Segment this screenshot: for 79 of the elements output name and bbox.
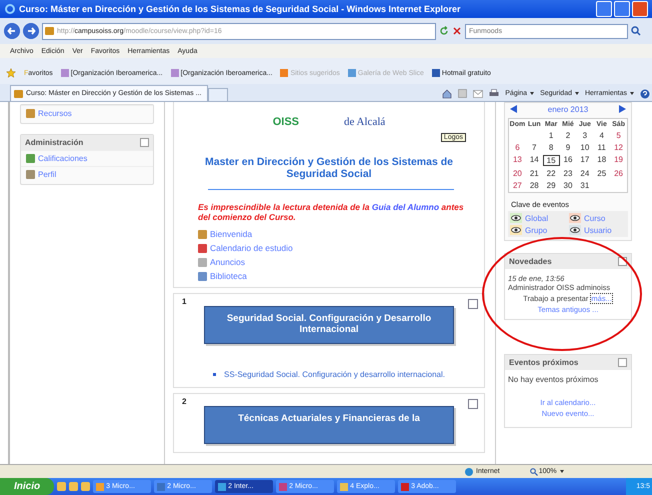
calendar-day[interactable]: 3 (576, 131, 594, 140)
calendar-day[interactable]: 29 (542, 181, 560, 190)
calendar-day[interactable]: 15 (542, 155, 560, 166)
collapse-icon[interactable] (468, 299, 478, 309)
calendar-day[interactable]: 4 (593, 131, 610, 140)
calendar-day[interactable]: 13 (509, 155, 526, 166)
oiss-logo: OISS (272, 116, 300, 128)
guide-link[interactable]: Guia del Alumno (372, 202, 440, 212)
sidebar-link[interactable]: Recursos (38, 109, 72, 118)
collapse-icon[interactable] (140, 138, 149, 147)
topic-banner: Seguridad Social. Configuración y Desarrollo Internacional (204, 306, 454, 344)
sidebar-link[interactable]: Calificaciones (38, 154, 88, 163)
topic-link[interactable]: SS-Seguridad Social. Configuración y desarrollo internacional. (224, 370, 445, 379)
month-title[interactable]: enero 2013 (548, 105, 588, 114)
calendar-day[interactable]: 25 (593, 169, 610, 178)
course-title: Master en Dirección y Gestión de los Sistemas de Seguridad Social (204, 155, 454, 180)
calendar-day[interactable]: 8 (542, 143, 560, 152)
search-icon[interactable] (631, 26, 641, 36)
site-icon (14, 90, 23, 98)
topic-number: 2 (182, 397, 186, 406)
calendar-day[interactable]: 28 (526, 181, 543, 190)
browser-logo-icon (4, 3, 16, 15)
calendar-day[interactable]: 14 (526, 155, 543, 166)
restore-button[interactable] (614, 1, 630, 17)
calendar-day[interactable]: 19 (610, 155, 627, 166)
calendar-day[interactable]: 23 (560, 169, 576, 178)
site-icon (45, 27, 54, 35)
calendar-day[interactable]: 2 (560, 131, 576, 140)
calendar-day[interactable]: 17 (576, 155, 594, 166)
calendar-day[interactable]: 11 (593, 143, 610, 152)
collapse-icon[interactable] (468, 399, 478, 409)
resource-link[interactable]: Biblioteca (210, 271, 247, 281)
collapse-icon[interactable] (618, 358, 627, 367)
minimize-button[interactable] (596, 1, 612, 17)
university-logo: de Alcalá (344, 116, 386, 128)
star-icon (6, 68, 16, 78)
stop-icon[interactable] (452, 26, 462, 36)
next-month-icon[interactable] (618, 105, 626, 113)
topic-banner: Técnicas Actuariales y Financieras de la (204, 406, 454, 444)
empty-message: No hay eventos próximos (508, 375, 600, 384)
calendar-day[interactable]: 20 (509, 169, 526, 178)
notice-text: Es imprescindible la lectura detenida de la Guia del Alumno antes del comienzo del Curso. (197, 202, 465, 222)
sidebar-link[interactable]: Perfil (38, 170, 56, 179)
calendar-day[interactable]: 31 (576, 181, 594, 190)
resource-link[interactable]: Bienvenida (210, 229, 252, 239)
calendar-day[interactable]: 7 (526, 143, 543, 152)
refresh-icon[interactable] (439, 26, 449, 36)
calendar-day[interactable]: 21 (526, 169, 543, 178)
block-title: Novedades (509, 257, 552, 266)
calendar-day[interactable]: 22 (542, 169, 560, 178)
help-icon[interactable] (640, 88, 650, 98)
calendar-day[interactable]: 30 (560, 181, 576, 190)
home-icon[interactable] (442, 88, 452, 98)
calendar-day[interactable]: 5 (610, 131, 627, 140)
window-title: Curso: Máster en Dirección y Gestión de los Sistemas de Seguridad Social - Windows Internet Explorer (19, 4, 461, 14)
calendar-day[interactable]: 10 (576, 143, 594, 152)
close-button[interactable] (632, 1, 648, 17)
previous-month-icon[interactable] (510, 105, 517, 113)
topic-number: 1 (182, 297, 186, 306)
resource-link[interactable]: Calendario de estudio (210, 243, 293, 253)
forward-button[interactable] (23, 23, 39, 39)
zoom-icon (530, 468, 538, 476)
calendar-day[interactable]: 18 (593, 155, 610, 166)
calendar-day[interactable]: 9 (560, 143, 576, 152)
calendar-day[interactable]: 16 (560, 155, 576, 166)
calendar-day[interactable]: 26 (610, 169, 627, 178)
resource-link[interactable]: Anuncios (210, 257, 245, 267)
calendar-day[interactable]: 1 (542, 131, 560, 140)
back-button[interactable] (4, 23, 20, 39)
calendar-day[interactable]: 12 (610, 143, 627, 152)
calendar-day[interactable]: 27 (509, 181, 526, 190)
print-icon[interactable] (489, 89, 500, 98)
mail-icon[interactable] (473, 90, 484, 98)
resource-icon (26, 109, 35, 118)
calendar-day[interactable]: 24 (576, 169, 594, 178)
block-title: Eventos próximos (509, 358, 578, 367)
bullet-icon (212, 373, 216, 376)
calendar-day[interactable]: 6 (509, 143, 526, 152)
block-title: Administración (25, 138, 84, 147)
